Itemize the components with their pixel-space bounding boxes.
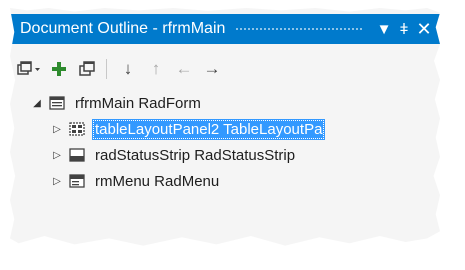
- collapsed-triangle-icon[interactable]: ▷: [50, 148, 64, 162]
- tree-node-rmmenu[interactable]: ▷ rmMenu RadMenu: [10, 168, 440, 194]
- add-button[interactable]: [48, 57, 70, 81]
- table-layout-icon: [68, 121, 86, 137]
- tree-node-label[interactable]: rfrmMain RadForm: [72, 93, 204, 114]
- restore-button[interactable]: [76, 57, 98, 81]
- screenshot-frame: Document Outline - rfrmMain ▼ ǂ ✕ ↓ ↑ ← …: [0, 0, 465, 270]
- arrow-right-icon: →: [203, 59, 221, 78]
- plus-icon: [52, 62, 66, 76]
- tree-node-radstatusstrip[interactable]: ▷ radStatusStrip RadStatusStrip: [10, 142, 440, 168]
- windows-icon: [79, 61, 95, 76]
- expanded-triangle-icon[interactable]: ◢: [30, 96, 44, 110]
- toolbar-separator: [106, 59, 107, 79]
- menu-icon: [68, 173, 86, 189]
- status-strip-icon: [68, 147, 86, 163]
- form-icon: [48, 95, 66, 111]
- pin-icon[interactable]: ǂ: [394, 16, 414, 42]
- collapsed-triangle-icon[interactable]: ▷: [50, 122, 64, 136]
- move-down-button[interactable]: ↓: [117, 57, 139, 81]
- collapsed-triangle-icon[interactable]: ▷: [50, 174, 64, 188]
- arrow-up-icon: ↑: [151, 59, 161, 78]
- tree-node-root[interactable]: ◢ rfrmMain RadForm: [10, 90, 440, 116]
- panel-title: Document Outline - rfrmMain: [20, 20, 226, 37]
- move-up-button[interactable]: ↑: [145, 57, 167, 81]
- close-icon[interactable]: ✕: [414, 16, 434, 42]
- collapse-all-button[interactable]: [16, 57, 42, 81]
- outline-tree: ◢ rfrmMain RadForm ▷ tableLayoutPanel2 T…: [10, 90, 440, 194]
- move-out-button[interactable]: ←: [173, 57, 195, 81]
- panel-title-bar[interactable]: Document Outline - rfrmMain ▼ ǂ ✕: [10, 14, 440, 44]
- outline-toolbar: ↓ ↑ ← →: [10, 54, 440, 84]
- tree-node-label[interactable]: radStatusStrip RadStatusStrip: [92, 145, 298, 166]
- panel-menu-dropdown-icon[interactable]: ▼: [374, 16, 394, 42]
- window-dropdown-icon: [17, 61, 40, 75]
- tree-node-label[interactable]: rmMenu RadMenu: [92, 171, 222, 192]
- move-in-button[interactable]: →: [201, 57, 223, 81]
- arrow-left-icon: ←: [175, 59, 193, 78]
- tree-node-tablelayoutpanel2[interactable]: ▷ tableLayoutPanel2 TableLayoutPa: [10, 116, 440, 142]
- tree-node-label[interactable]: tableLayoutPanel2 TableLayoutPa: [92, 118, 326, 140]
- title-grip[interactable]: [235, 26, 364, 32]
- arrow-down-icon: ↓: [123, 59, 133, 78]
- document-outline-panel: Document Outline - rfrmMain ▼ ǂ ✕ ↓ ↑ ← …: [10, 8, 440, 246]
